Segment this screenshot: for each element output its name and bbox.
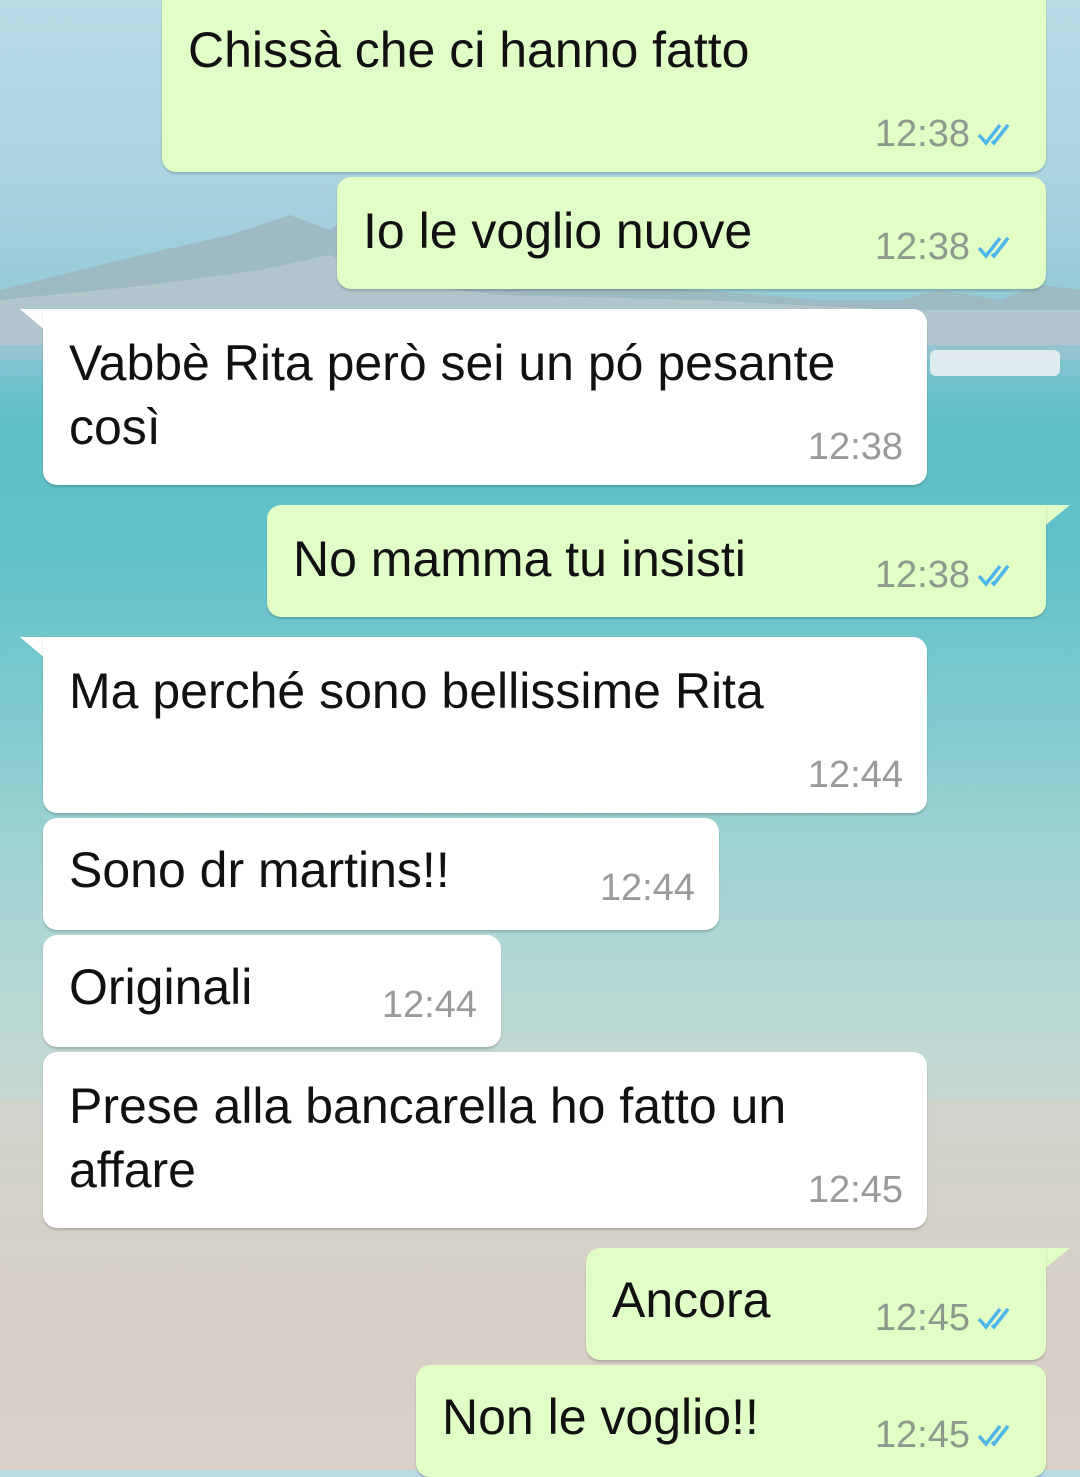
message-meta: 12:45	[875, 1296, 1022, 1340]
message-text: Ancora	[612, 1272, 771, 1328]
message-text: Chissà che ci hanno fatto	[188, 22, 750, 78]
message-time: 12:38	[874, 113, 970, 155]
message-meta: 12:45	[875, 1413, 1022, 1457]
message-time: 12:38	[807, 426, 903, 468]
message-text: Ma perché sono bellissime Rita	[69, 663, 764, 719]
message-meta: 12:38	[808, 425, 903, 469]
message-time: 12:44	[599, 867, 695, 909]
message-time: 12:45	[807, 1169, 903, 1211]
message-text: Sono dr martins!!	[69, 842, 450, 898]
message-bubble-incoming[interactable]: Vabbè Rita però sei un pó pesante così 1…	[43, 309, 927, 485]
message-bubble-outgoing[interactable]: Chissà che ci hanno fatto 12:38	[162, 0, 1046, 172]
message-meta: 12:44	[808, 753, 903, 797]
message-bubble-incoming[interactable]: Sono dr martins!! 12:44	[43, 818, 719, 930]
message-meta: 12:44	[600, 866, 695, 910]
double-check-icon	[977, 123, 1010, 146]
message-bubble-outgoing[interactable]: Io le voglio nuove 12:38	[337, 177, 1046, 289]
message-time: 12:44	[807, 754, 903, 796]
double-check-icon	[977, 564, 1010, 587]
message-text: No mamma tu insisti	[293, 531, 746, 587]
double-check-icon	[977, 1424, 1010, 1447]
message-time: 12:45	[874, 1414, 970, 1456]
double-check-icon	[977, 1307, 1010, 1330]
message-text: Originali	[69, 959, 253, 1015]
message-bubble-outgoing[interactable]: No mamma tu insisti 12:38	[267, 505, 1046, 617]
message-bubble-outgoing[interactable]: Ancora 12:45	[586, 1248, 1046, 1360]
message-meta: 12:38	[875, 225, 1022, 269]
message-meta: 12:38	[875, 553, 1022, 597]
message-text: Io le voglio nuove	[363, 203, 753, 259]
message-time: 12:38	[874, 554, 970, 596]
double-check-icon	[977, 236, 1010, 259]
message-time: 12:44	[381, 984, 477, 1026]
message-meta: 12:38	[875, 112, 1022, 156]
message-text: Non le voglio!!	[442, 1389, 759, 1445]
message-meta: 12:45	[808, 1168, 903, 1212]
message-bubble-outgoing[interactable]: Non le voglio!! 12:45	[416, 1365, 1046, 1477]
message-bubble-incoming[interactable]: Prese alla bancarella ho fatto un affare…	[43, 1052, 927, 1228]
message-bubble-incoming[interactable]: Originali 12:44	[43, 935, 501, 1047]
message-time: 12:45	[874, 1297, 970, 1339]
message-time: 12:38	[874, 226, 970, 268]
message-text: Prese alla bancarella ho fatto un affare	[69, 1078, 787, 1198]
message-bubble-incoming[interactable]: Ma perché sono bellissime Rita 12:44	[43, 637, 927, 813]
message-meta: 12:44	[382, 983, 477, 1027]
message-text: Vabbè Rita però sei un pó pesante così	[69, 335, 836, 455]
